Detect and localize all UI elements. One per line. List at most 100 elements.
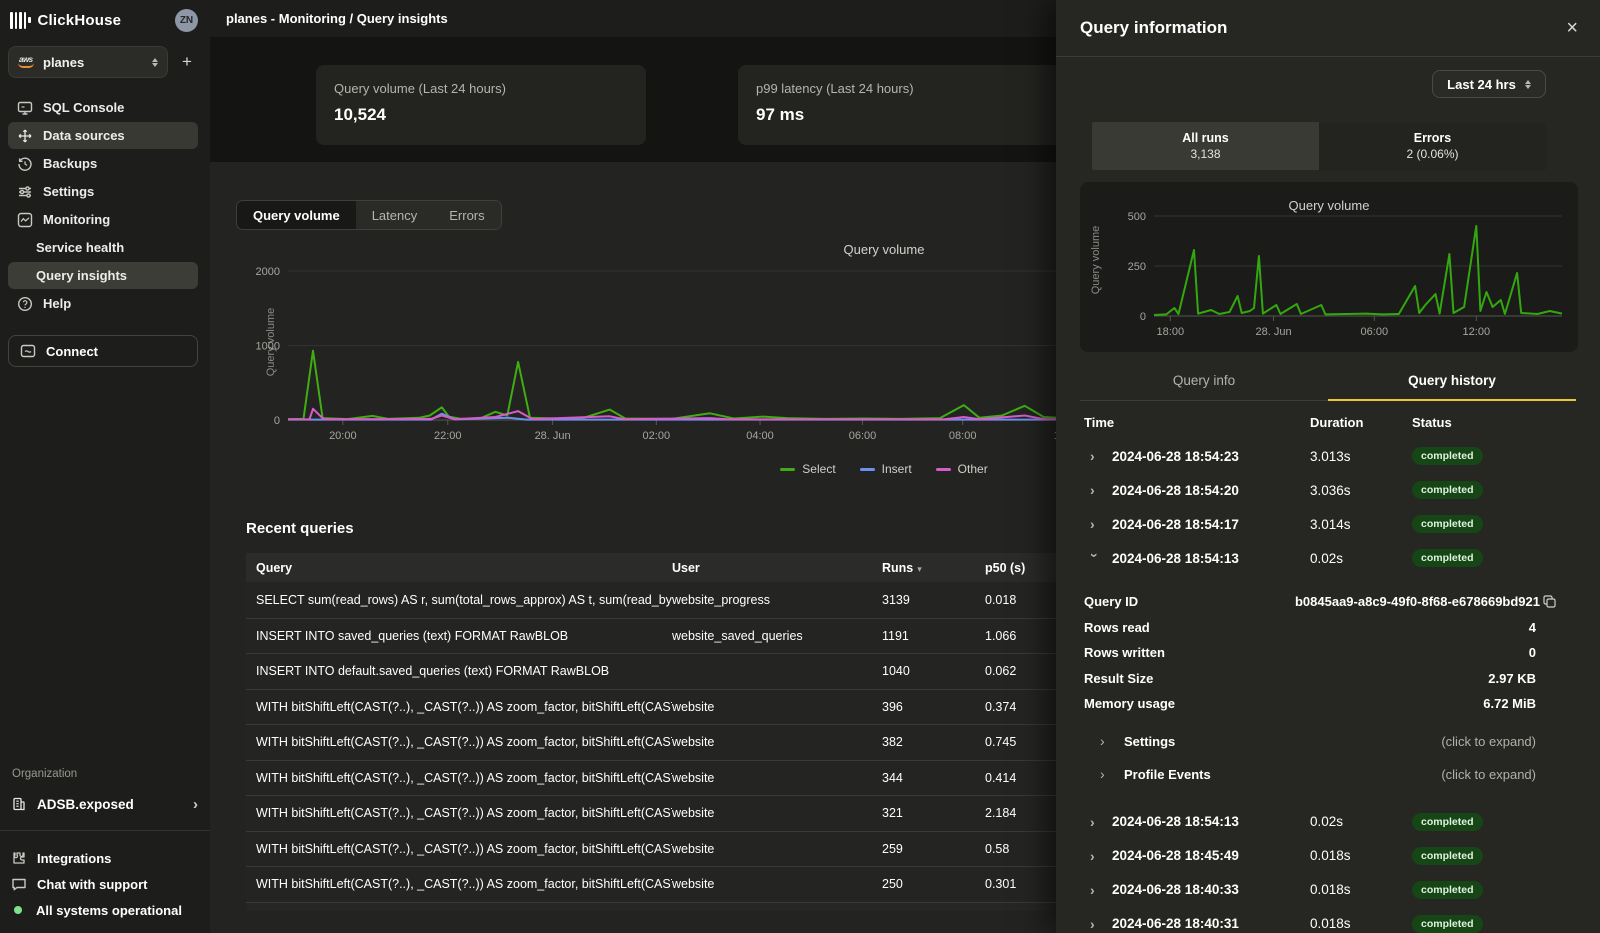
tab[interactable]: Latency (356, 201, 434, 229)
panel-tab[interactable]: Query info (1080, 366, 1328, 401)
history-row[interactable]: ›2024-06-28 18:54:13 0.02s completed (1080, 805, 1576, 839)
integrations-link[interactable]: Integrations (0, 845, 210, 871)
chevron-right-icon[interactable]: › (1090, 814, 1100, 830)
close-icon[interactable]: × (1566, 18, 1578, 38)
cell-query: WITH bitShiftLeft(CAST(?..), _CAST(?..))… (256, 806, 672, 820)
cell-status: completed (1412, 847, 1576, 865)
history-row[interactable]: ›2024-06-28 18:54:20 3.036s completed (1080, 473, 1576, 507)
panel-title: Query information (1080, 18, 1227, 38)
expandable-row[interactable]: › Settings (click to expand) (1080, 725, 1576, 758)
cell-runs: 344 (882, 771, 985, 785)
organization-switcher[interactable]: ADSB.exposed › (0, 790, 210, 818)
cell-user: website (672, 700, 882, 714)
legend-item[interactable]: Select (780, 462, 835, 476)
chevron-right-icon[interactable]: › (1090, 448, 1100, 464)
sidebar-item-monitoring[interactable]: Monitoring (8, 206, 198, 233)
detail-row: Rows read 4 (1080, 615, 1576, 641)
legend-item[interactable]: Other (936, 462, 988, 476)
query-information-panel: Query information × Last 24 hrs All runs… (1056, 0, 1600, 933)
cell-user: website (672, 877, 882, 891)
cell-time: ›2024-06-28 18:40:31 (1080, 916, 1310, 932)
runs-errors-segmented: All runs 3,138 Errors 2 (0.06%) (1092, 122, 1546, 170)
system-status[interactable]: All systems operational (0, 897, 210, 923)
add-service-button[interactable]: + (176, 51, 198, 73)
monitor-icon (16, 99, 33, 116)
history-row[interactable]: ›2024-06-28 18:54:17 3.014s completed (1080, 507, 1576, 541)
connect-button[interactable]: Connect (8, 335, 198, 367)
sidebar-item-service-health[interactable]: Service health (8, 234, 198, 261)
service-selector-row: aws planes + (0, 38, 210, 78)
cell-query: INSERT INTO default.saved_queries (text)… (256, 664, 672, 678)
sidebar-item-settings[interactable]: Settings (8, 178, 198, 205)
history-row[interactable]: ›2024-06-28 18:40:33 0.018s completed (1080, 873, 1576, 907)
connect-label: Connect (46, 344, 98, 359)
detail-value: 6.72 MiB (1483, 696, 1536, 711)
chart-plot-area[interactable]: 025050018:0028. Jun06:0012:00 (1080, 182, 1578, 352)
sidebar-item-label: Service health (36, 240, 124, 255)
cell-user: website_progress (672, 593, 882, 607)
history-row[interactable]: ›2024-06-28 18:45:49 0.018s completed (1080, 839, 1576, 873)
cell-duration: 3.036s (1310, 483, 1412, 498)
copy-icon[interactable] (1543, 595, 1556, 611)
sidebar-item-sql-console[interactable]: SQL Console (8, 94, 198, 121)
cell-time: ›2024-06-28 18:40:33 (1080, 882, 1310, 898)
sidebar-item-query-insights[interactable]: Query insights (8, 262, 198, 289)
sidebar-item-help[interactable]: Help (8, 290, 198, 317)
panel-tab[interactable]: Query history (1328, 366, 1576, 401)
chart-tabs: Query volume Latency Errors (236, 200, 502, 230)
puzzle-icon (10, 850, 27, 867)
chat-support-link[interactable]: Chat with support (0, 871, 210, 897)
sidebar-item-backups[interactable]: Backups (8, 150, 198, 177)
cell-query: INSERT INTO saved_queries (text) FORMAT … (256, 629, 672, 643)
history-row[interactable]: ›2024-06-28 18:54:23 3.013s completed (1080, 439, 1576, 473)
history-row[interactable]: ›2024-06-28 18:40:31 0.018s completed (1080, 907, 1576, 933)
expand-hint: (click to expand) (1441, 734, 1536, 749)
time-range-select[interactable]: Last 24 hrs (1432, 70, 1546, 98)
svg-text:06:00: 06:00 (849, 430, 877, 442)
tab[interactable]: Errors (433, 201, 500, 229)
chevron-right-icon[interactable]: › (1090, 916, 1100, 932)
chevron-right-icon[interactable]: › (1087, 553, 1103, 563)
column-header-user[interactable]: User (672, 561, 882, 575)
organization-name: ADSB.exposed (37, 797, 134, 812)
cell-time: ›2024-06-28 18:54:13 (1080, 814, 1310, 830)
chevron-right-icon[interactable]: › (1090, 482, 1100, 498)
chevron-right-icon[interactable]: › (1090, 882, 1100, 898)
stat-card: p99 latency (Last 24 hours) 97 ms (738, 65, 1068, 145)
segment[interactable]: Errors 2 (0.06%) (1319, 122, 1546, 170)
history-row[interactable]: ›2024-06-28 18:54:13 0.02s completed (1080, 541, 1576, 575)
status-badge: completed (1412, 481, 1483, 499)
chevron-right-icon[interactable]: › (1090, 516, 1100, 532)
svg-text:250: 250 (1128, 261, 1146, 273)
chevron-right-icon[interactable]: › (1090, 848, 1100, 864)
column-header-runs[interactable]: Runs▾ (882, 561, 985, 575)
detail-row: Memory usage 6.72 MiB (1080, 691, 1576, 717)
cell-user: website (672, 806, 882, 820)
legend-swatch-icon (780, 468, 795, 471)
expandable-row[interactable]: › Profile Events (click to expand) (1080, 758, 1576, 791)
cell-runs: 250 (882, 877, 985, 891)
cell-status: completed (1412, 881, 1576, 899)
sidebar-item-label: Query insights (36, 268, 127, 283)
svg-text:28. Jun: 28. Jun (1255, 326, 1291, 338)
legend-item[interactable]: Insert (860, 462, 912, 476)
service-selector[interactable]: aws planes (8, 46, 168, 78)
detail-row: Result Size 2.97 KB (1080, 666, 1576, 692)
status-badge: completed (1412, 549, 1483, 567)
cell-status: completed (1412, 813, 1576, 831)
column-header-query[interactable]: Query (256, 561, 672, 575)
sidebar-item-label: Data sources (43, 128, 125, 143)
panel-tabs: Query info Query history (1080, 366, 1576, 401)
status-badge: completed (1412, 813, 1483, 831)
segment[interactable]: All runs 3,138 (1092, 122, 1319, 170)
svg-text:28. Jun: 28. Jun (535, 430, 571, 442)
expandable-label: Profile Events (1124, 767, 1211, 782)
sidebar-item-label: Monitoring (43, 212, 110, 227)
avatar[interactable]: ZN (175, 9, 198, 32)
cell-query: WITH bitShiftLeft(CAST(?..), _CAST(?..))… (256, 842, 672, 856)
tab[interactable]: Query volume (237, 201, 356, 229)
expandable-sections: › Settings (click to expand) › Profile E… (1080, 725, 1576, 791)
cell-runs: 1191 (882, 629, 985, 643)
sidebar-item-data-sources[interactable]: Data sources (8, 122, 198, 149)
cell-query: SELECT sum(read_rows) AS r, sum(total_ro… (256, 593, 672, 607)
